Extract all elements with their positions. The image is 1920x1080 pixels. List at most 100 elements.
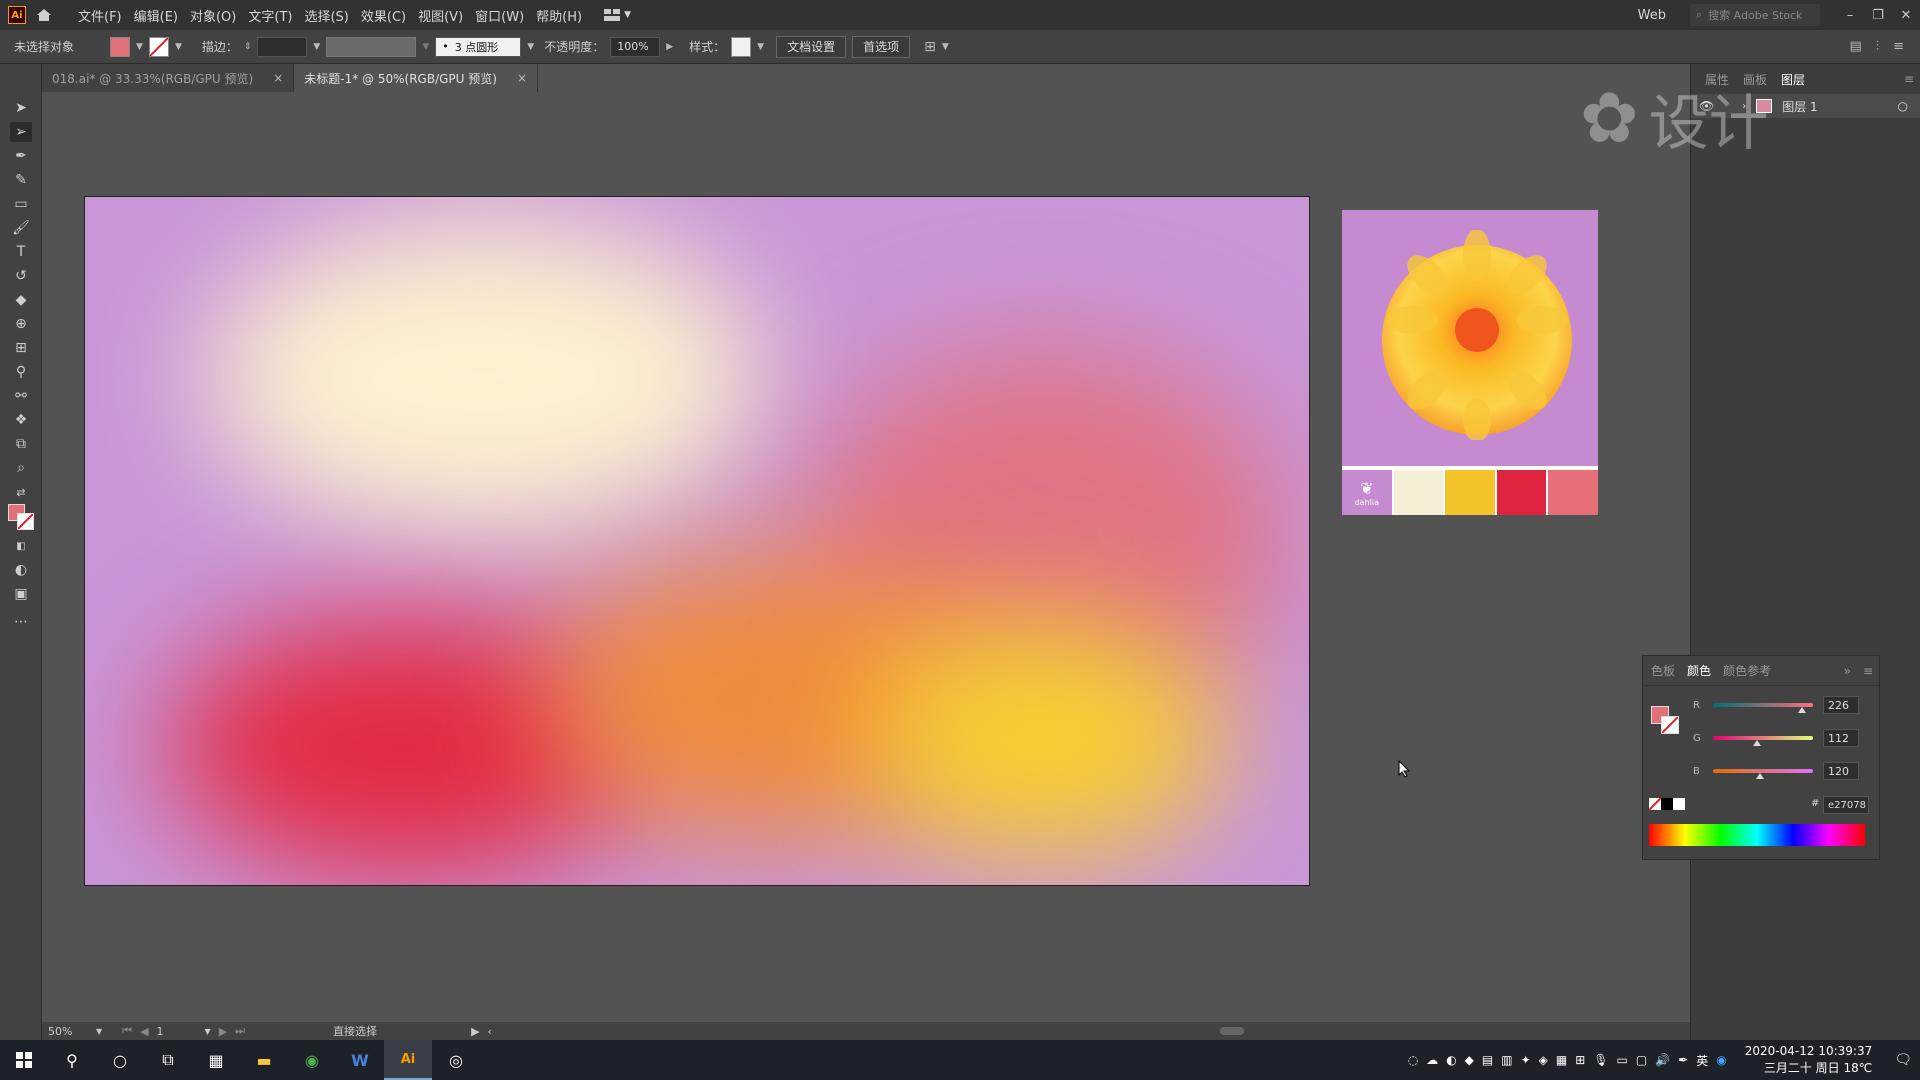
slider-thumb[interactable] xyxy=(1756,773,1765,779)
chevron-down-icon[interactable]: ▼ xyxy=(942,42,949,52)
chevron-down-icon[interactable]: ▼ xyxy=(313,42,320,52)
paintbrush-tool-icon[interactable]: 🖌 xyxy=(10,218,32,238)
white-swatch[interactable] xyxy=(1673,798,1685,810)
preferences-button[interactable]: 首选项 xyxy=(852,35,911,58)
pen-tool-icon[interactable]: ✒ xyxy=(10,146,32,166)
brush-definition[interactable]: • 3 点圆形 xyxy=(435,36,522,57)
chevron-down-icon[interactable]: ▼ xyxy=(96,1027,102,1036)
rotate-tool-icon[interactable]: ↺ xyxy=(10,266,32,286)
scrollbar-thumb[interactable] xyxy=(1219,1027,1244,1035)
illustrator-taskbar-icon[interactable]: Ai xyxy=(384,1040,432,1080)
search-icon[interactable]: ⚲ xyxy=(48,1040,96,1080)
tab-color-guide[interactable]: 颜色参考 xyxy=(1723,662,1771,679)
menu-type[interactable]: 文字(T) xyxy=(242,6,298,25)
screen-mode-icon[interactable]: ▣ xyxy=(10,584,32,604)
menu-file[interactable]: 文件(F) xyxy=(72,6,128,25)
chevron-down-icon[interactable]: ▼ xyxy=(205,1027,211,1036)
fill-stroke-widget[interactable] xyxy=(8,504,34,530)
prev-artboard-icon[interactable]: ◀ xyxy=(140,1025,148,1038)
microphone-icon[interactable]: 🎙 xyxy=(1593,1053,1608,1067)
stroke-color-box[interactable] xyxy=(17,513,34,530)
curvature-tool-icon[interactable]: ✎ xyxy=(10,170,32,190)
tray-app-icon[interactable]: ⊞ xyxy=(1575,1053,1585,1067)
ime-indicator[interactable]: 英 xyxy=(1696,1052,1708,1069)
next-artboard-icon[interactable]: ▶ xyxy=(219,1025,227,1038)
artboard-number-input[interactable]: 1 xyxy=(157,1025,197,1038)
expand-icon[interactable]: » xyxy=(1844,664,1851,678)
eyedropper-tool-icon[interactable]: ⚲ xyxy=(10,362,32,382)
green-slider[interactable] xyxy=(1713,736,1813,746)
pen-icon[interactable]: ✒ xyxy=(1678,1053,1688,1067)
stock-search-input[interactable]: ⌕ 搜索 Adobe Stock xyxy=(1690,4,1820,26)
type-tool-icon[interactable]: T xyxy=(10,242,32,262)
clock[interactable]: 2020-04-12 10:39:37 三月二十 周日 18℃ xyxy=(1745,1043,1872,1077)
last-artboard-icon[interactable]: ⏭ xyxy=(235,1024,245,1038)
direct-selection-tool-icon[interactable]: ➢ xyxy=(10,122,32,142)
tray-app-icon[interactable]: ◆ xyxy=(1465,1053,1474,1067)
network-icon[interactable]: ▭ xyxy=(1617,1053,1628,1067)
stroke-weight-input[interactable] xyxy=(257,36,308,57)
hex-value-input[interactable]: e27078 xyxy=(1823,796,1869,814)
close-icon[interactable]: × xyxy=(517,71,527,85)
close-icon[interactable]: × xyxy=(273,71,283,85)
menu-icon[interactable]: ≡ xyxy=(1893,39,1904,54)
chrome-icon[interactable]: ◉ xyxy=(288,1040,336,1080)
chevron-left-icon[interactable]: ‹ xyxy=(488,1025,492,1038)
fill-swatch[interactable] xyxy=(110,36,131,57)
chevron-right-icon[interactable]: ▶ xyxy=(471,1025,479,1038)
volume-icon[interactable]: 🔊 xyxy=(1655,1053,1670,1067)
workspace-switcher[interactable]: Web xyxy=(1638,8,1666,23)
slider-thumb[interactable] xyxy=(1752,740,1761,746)
close-icon[interactable]: ✕ xyxy=(1892,8,1920,23)
chevron-down-icon[interactable]: ▼ xyxy=(527,42,534,52)
more-tools-icon[interactable]: ⋯ xyxy=(10,612,32,632)
document-setup-button[interactable]: 文档设置 xyxy=(776,35,847,58)
blue-slider[interactable] xyxy=(1713,769,1813,779)
menu-effect[interactable]: 效果(C) xyxy=(355,6,412,25)
file-explorer-icon[interactable]: ▬ xyxy=(240,1040,288,1080)
tray-app-icon[interactable]: ◐ xyxy=(1446,1053,1456,1067)
blend-tool-icon[interactable]: ⚯ xyxy=(10,386,32,406)
tray-app-icon[interactable]: ◈ xyxy=(1539,1053,1548,1067)
tab-color[interactable]: 颜色 xyxy=(1687,662,1711,679)
red-slider[interactable] xyxy=(1713,703,1813,713)
tab-swatches[interactable]: 色板 xyxy=(1651,662,1675,679)
calculator-icon[interactable]: ▦ xyxy=(192,1040,240,1080)
blue-value-input[interactable]: 120 xyxy=(1823,762,1859,780)
shape-builder-tool-icon[interactable]: ⊕ xyxy=(10,314,32,334)
selection-tool-icon[interactable]: ➤ xyxy=(10,98,32,118)
drawing-mode-icon[interactable]: ◐ xyxy=(10,560,32,580)
stepper-icon[interactable]: ⇕ xyxy=(244,42,252,52)
arrange-documents-button[interactable]: ▼ xyxy=(604,9,631,21)
artboard-tool-icon[interactable]: ⧉ xyxy=(10,434,32,454)
screen-recorder-icon[interactable]: ◎ xyxy=(432,1040,480,1080)
notification-icon[interactable]: 🗨 xyxy=(1894,1052,1912,1068)
task-view-icon[interactable]: ⧉ xyxy=(144,1040,192,1080)
horizontal-scrollbar[interactable] xyxy=(500,1027,1660,1035)
menu-icon[interactable]: ≡ xyxy=(1904,72,1914,86)
zoom-level[interactable]: 50% xyxy=(48,1025,88,1038)
menu-help[interactable]: 帮助(H) xyxy=(530,6,588,25)
green-value-input[interactable]: 112 xyxy=(1823,729,1859,747)
panel-toggle-icon[interactable]: ▤ xyxy=(1850,39,1862,54)
swap-colors-icon[interactable]: ⇄ xyxy=(10,482,32,502)
variable-width-profile[interactable] xyxy=(326,36,417,57)
chevron-down-icon[interactable]: ▼ xyxy=(175,42,182,52)
word-icon[interactable]: W xyxy=(336,1040,384,1080)
menu-object[interactable]: 对象(O) xyxy=(184,6,242,25)
color-spectrum[interactable] xyxy=(1649,824,1865,846)
restore-icon[interactable]: ❐ xyxy=(1864,8,1892,23)
red-value-input[interactable]: 226 xyxy=(1823,696,1859,714)
tab-document-untitled[interactable]: 未标题-1* @ 50%(RGB/GPU 预览) × xyxy=(294,64,539,92)
align-panel-icon[interactable]: ⫶ xyxy=(1876,39,1879,54)
opacity-input[interactable]: 100% xyxy=(610,36,661,57)
first-artboard-icon[interactable]: ⏮ xyxy=(122,1024,132,1038)
tab-document-018[interactable]: 018.ai* @ 33.33%(RGB/GPU 预览) × xyxy=(42,64,295,92)
chevron-down-icon[interactable]: ▼ xyxy=(422,42,429,52)
tray-app-icon[interactable]: ▤ xyxy=(1482,1053,1493,1067)
eraser-tool-icon[interactable]: ◆ xyxy=(10,290,32,310)
black-swatch[interactable] xyxy=(1661,798,1673,810)
chevron-down-icon[interactable]: ▼ xyxy=(757,42,764,52)
qq-icon[interactable]: ◉ xyxy=(1716,1053,1726,1067)
align-icon[interactable]: ⊞ xyxy=(924,39,936,55)
